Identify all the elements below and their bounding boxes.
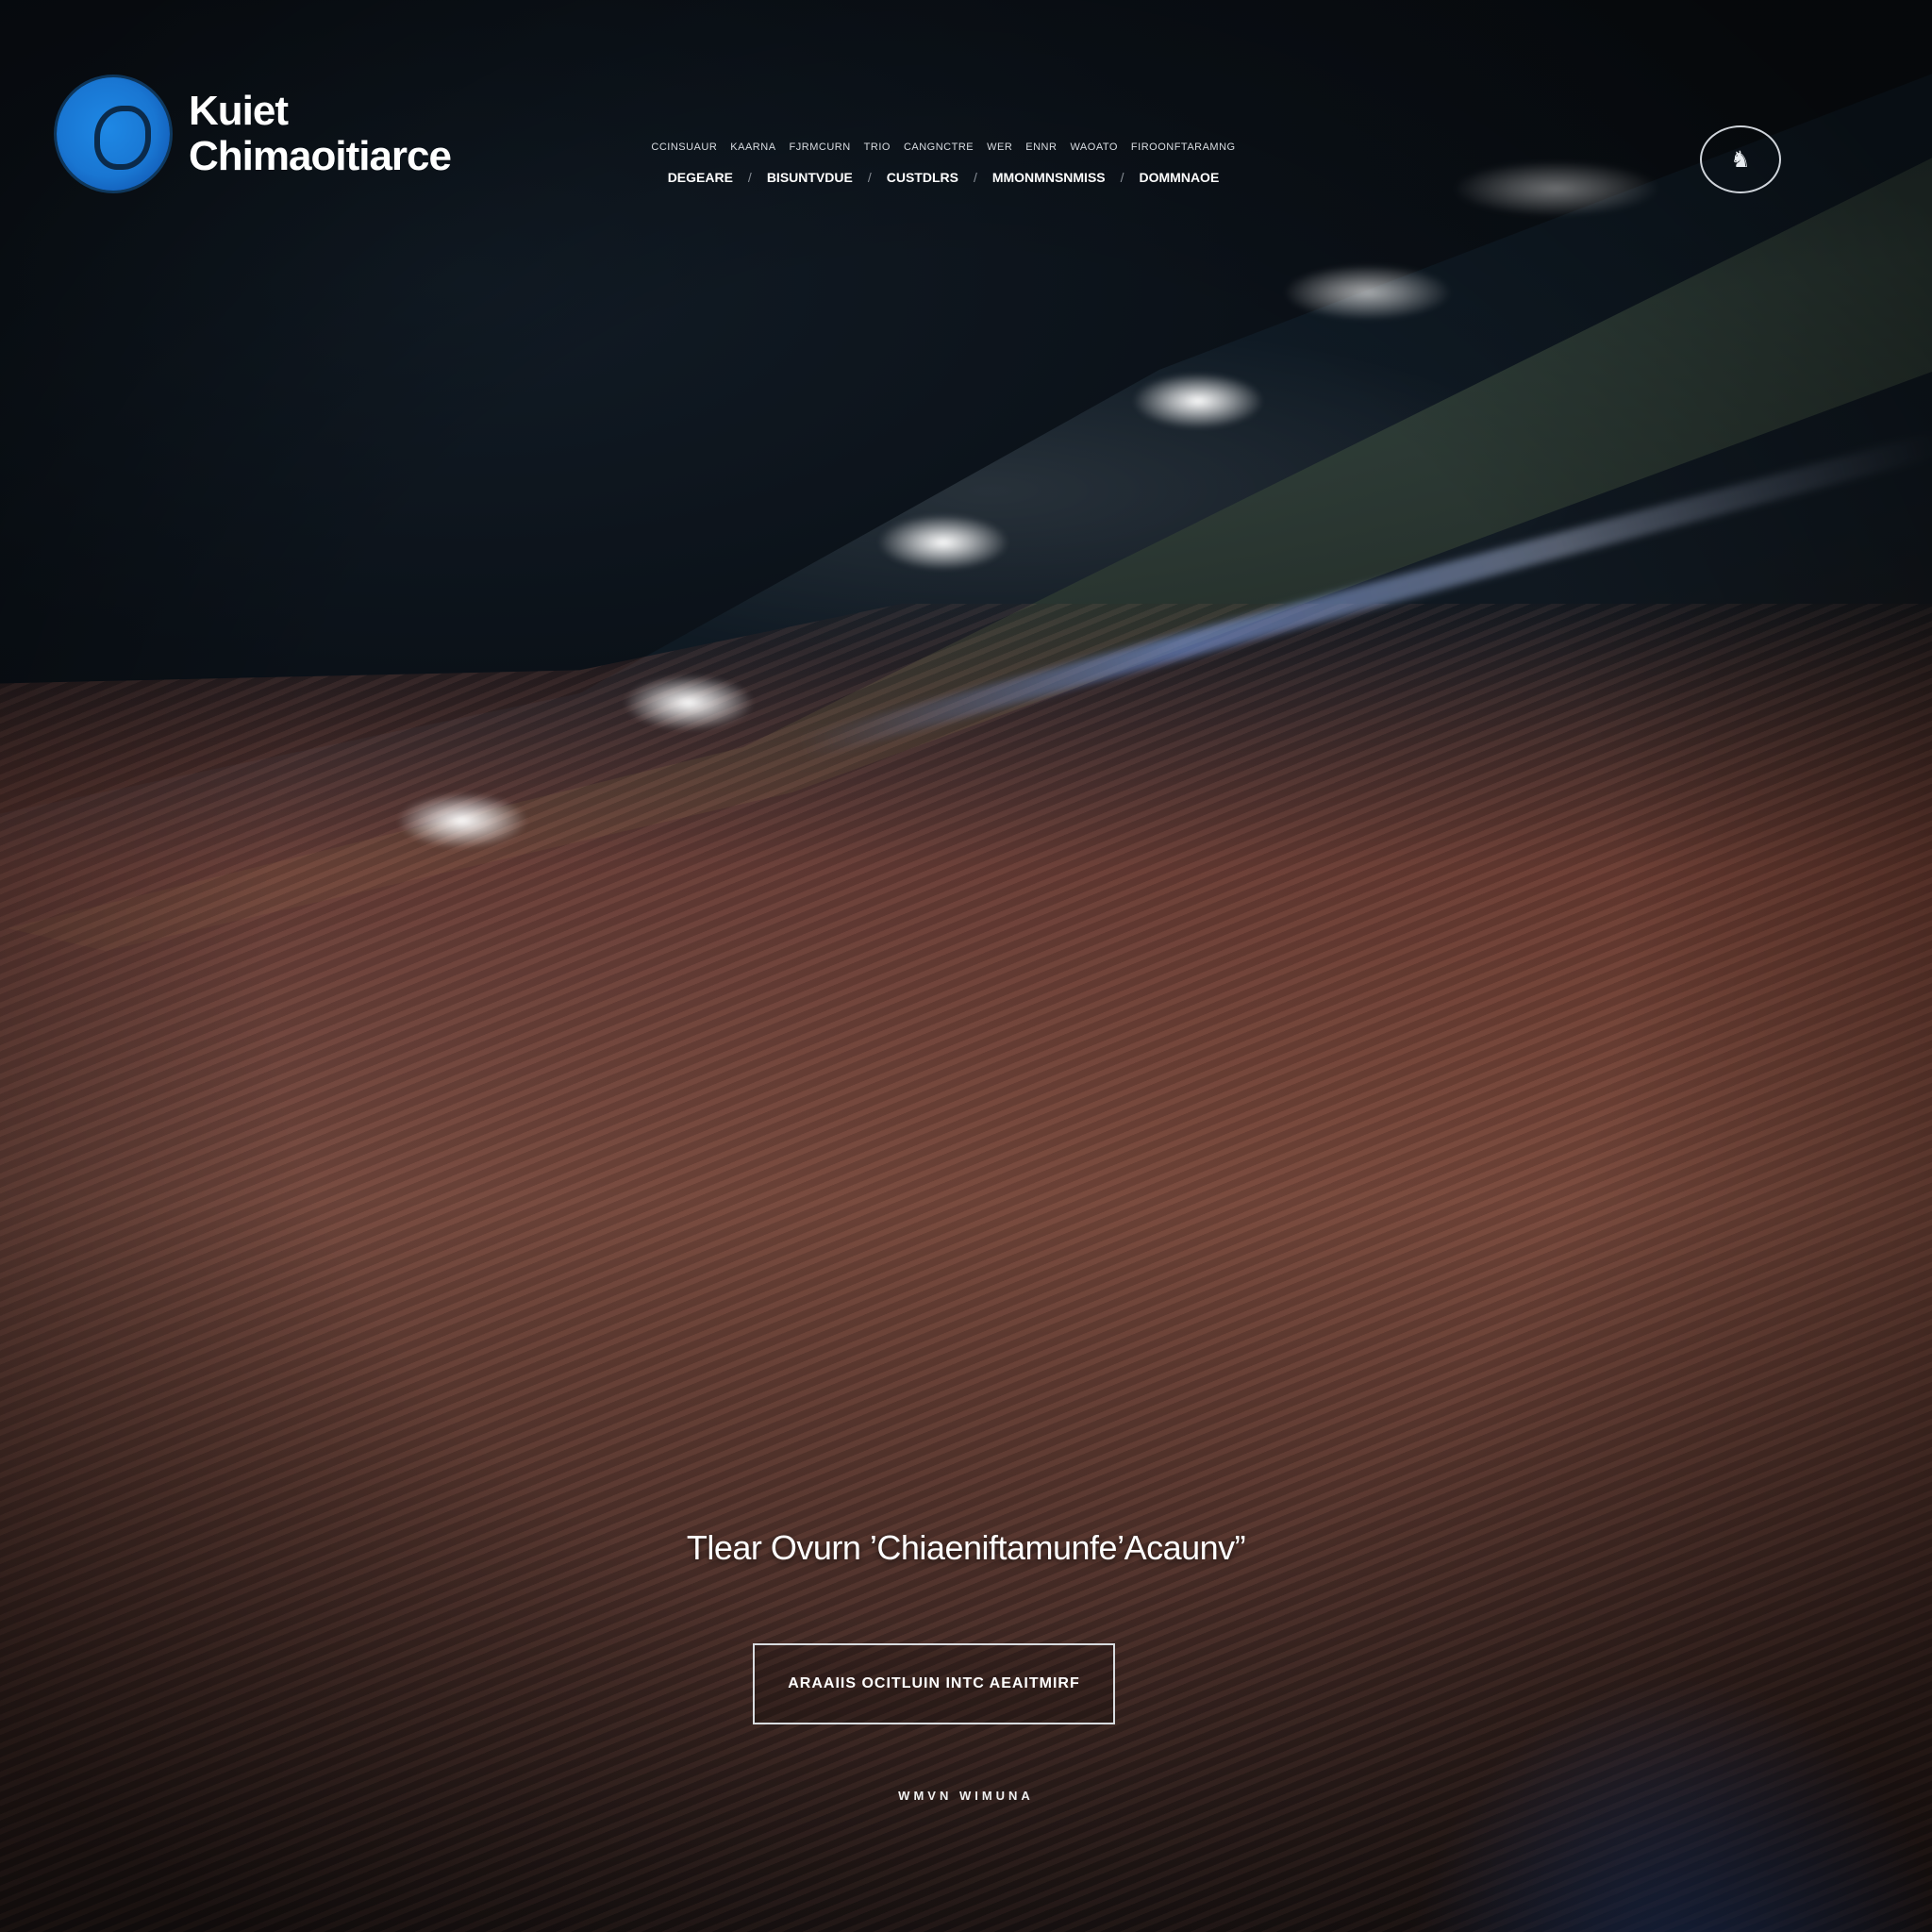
nav-top-link[interactable]: Kaarna: [730, 142, 775, 153]
nav-main-link[interactable]: Degeare: [668, 170, 733, 185]
nav-main-link[interactable]: Dommnaoe: [1140, 170, 1220, 185]
nav-main-link[interactable]: Mmonmnsnmiss: [992, 170, 1106, 185]
floodlight: [623, 675, 755, 731]
nav-top-link[interactable]: Firoonftaramng: [1131, 142, 1236, 153]
nav-main-link[interactable]: Bisuntvdue: [767, 170, 853, 185]
secondary-nav: Ccinsuaur Kaarna Fjrmcurn Trio Cangnctre…: [641, 142, 1245, 153]
globe-logo-icon: [57, 77, 170, 191]
nav-top-link[interactable]: Trio: [864, 142, 891, 153]
nav-top-link[interactable]: Ennr: [1025, 142, 1057, 153]
nav-separator: /: [867, 170, 872, 185]
nav-top-link[interactable]: Ccinsuaur: [651, 142, 717, 153]
landing-page: Kuiet Chimaoitiarce Ccinsuaur Kaarna Fjr…: [0, 0, 1932, 1932]
main-navigation: Ccinsuaur Kaarna Fjrmcurn Trio Cangnctre…: [641, 142, 1245, 185]
floodlight: [1283, 264, 1453, 321]
scroll-hint[interactable]: Wmvn Wimuna: [0, 1789, 1932, 1803]
site-logo[interactable]: Kuiet Chimaoitiarce: [57, 77, 452, 191]
mascot-icon[interactable]: ♞: [1700, 125, 1781, 193]
floodlight: [1132, 373, 1264, 429]
brand-name-line1: Kuiet: [189, 88, 289, 134]
hero-cta-button[interactable]: Araaiis Ocitluin Intc Aeaitmirf: [753, 1643, 1115, 1724]
floodlight: [396, 792, 528, 849]
floodlight: [877, 514, 1009, 571]
nav-separator: /: [747, 170, 752, 185]
nav-top-link[interactable]: Waoato: [1070, 142, 1117, 153]
hero-tagline: Tlear Ovurn ’Chiaeniftamunfe’Acaunv”: [686, 1528, 1246, 1567]
crowd-image: [0, 604, 1932, 1932]
brand-name: Kuiet Chimaoitiarce: [189, 88, 452, 179]
floodlight: [1453, 160, 1660, 217]
nav-top-link[interactable]: Wer: [987, 142, 1012, 153]
primary-nav: Degeare / Bisuntvdue / Custdlrs / Mmonmn…: [641, 170, 1245, 185]
nav-separator: /: [973, 170, 977, 185]
nav-separator: /: [1120, 170, 1124, 185]
nav-main-link[interactable]: Custdlrs: [887, 170, 958, 185]
nav-top-link[interactable]: Cangnctre: [904, 142, 974, 153]
brand-name-line2: Chimaoitiarce: [189, 133, 452, 179]
nav-top-link[interactable]: Fjrmcurn: [790, 142, 851, 153]
